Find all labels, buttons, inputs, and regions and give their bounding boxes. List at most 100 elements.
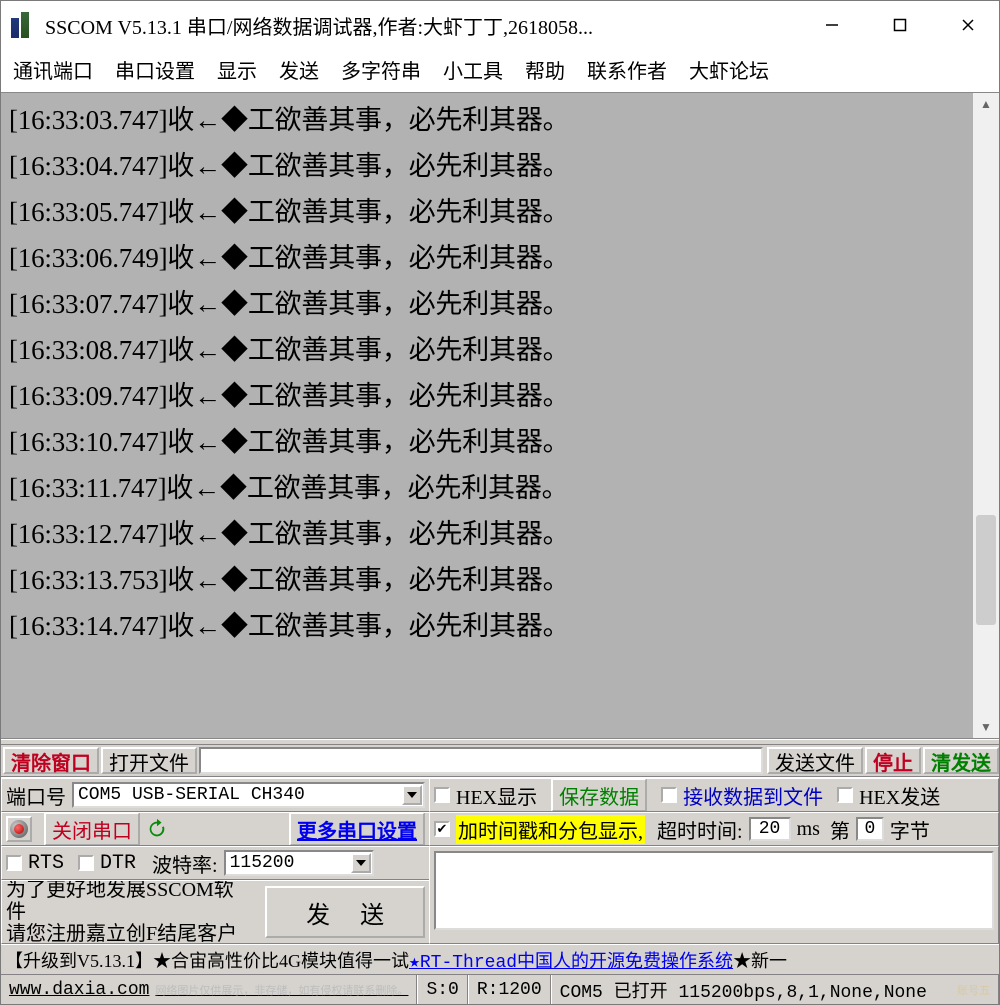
chevron-down-icon[interactable] xyxy=(402,785,422,805)
timestamp-row: ✔ 加时间戳和分包显示, 超时时间: ms 第 字节 xyxy=(429,812,999,846)
menu-send[interactable]: 发送 xyxy=(279,55,319,84)
log-line: [16:33:08.747]收←◆工欲善其事，必先利其器。 xyxy=(9,327,965,373)
status-site-text: www.daxia.com xyxy=(9,980,149,1000)
more-settings-button[interactable]: 更多串口设置 xyxy=(289,812,425,846)
port-value: COM5 USB-SERIAL CH340 xyxy=(78,785,305,805)
recv-to-file-label: 接收数据到文件 xyxy=(683,781,823,810)
timeout-input[interactable] xyxy=(749,817,791,841)
close-button[interactable] xyxy=(955,12,981,38)
record-button[interactable] xyxy=(6,816,32,842)
recv-to-file-checkbox[interactable] xyxy=(661,787,677,803)
rts-label: RTS xyxy=(28,852,64,875)
status-site[interactable]: www.daxia.com 网络图片仅供展示，非存储，如有侵权请联系删除。 xyxy=(1,975,417,1004)
menu-contact[interactable]: 联系作者 xyxy=(587,55,667,84)
dtr-label: DTR xyxy=(100,852,136,875)
send-button[interactable]: 发 送 xyxy=(265,886,425,938)
status-s: S:0 xyxy=(417,975,467,1004)
clear-window-button[interactable]: 清除窗口 xyxy=(3,747,99,774)
log-line: [16:33:06.749]收←◆工欲善其事，必先利其器。 xyxy=(9,235,965,281)
menu-serial[interactable]: 串口设置 xyxy=(115,55,195,84)
promo-link[interactable]: ★RT-Thread中国人的开源免费操作系统 xyxy=(409,947,733,973)
scroll-track[interactable] xyxy=(973,115,999,716)
scroll-up-icon[interactable]: ▲ xyxy=(973,93,999,115)
notice-line2: 请您注册嘉立创F结尾客户 xyxy=(6,923,253,944)
promo-bar: 【升级到V5.13.1】 ★合宙高性价比4G模块值得一试 ★RT-Thread中… xyxy=(1,944,999,974)
statusbar: www.daxia.com 网络图片仅供展示，非存储，如有侵权请联系删除。 S:… xyxy=(1,974,999,1004)
settings-panel: 端口号 COM5 USB-SERIAL CH340 HEX显示 保存数据 接收数… xyxy=(1,777,999,944)
log-line: [16:33:14.747]收←◆工欲善其事，必先利其器。 xyxy=(9,603,965,649)
timeout-label: 超时时间: xyxy=(657,815,743,844)
log-line: [16:33:11.747]收←◆工欲善其事，必先利其器。 xyxy=(9,465,965,511)
save-data-button[interactable]: 保存数据 xyxy=(551,778,647,812)
port-combo[interactable]: COM5 USB-SERIAL CH340 xyxy=(72,782,425,808)
log-line: [16:33:09.747]收←◆工欲善其事，必先利其器。 xyxy=(9,373,965,419)
log-line: [16:33:04.747]收←◆工欲善其事，必先利其器。 xyxy=(9,143,965,189)
promo-upgrade[interactable]: 【升级到V5.13.1】 xyxy=(5,947,153,973)
open-file-button[interactable]: 打开文件 xyxy=(101,747,197,774)
log-line: [16:33:12.747]收←◆工欲善其事，必先利其器。 xyxy=(9,511,965,557)
send-textarea[interactable] xyxy=(434,851,994,930)
watermark-1: 网络图片仅供展示，非存储，如有侵权请联系删除。 xyxy=(155,982,408,998)
watermark-2: 账号五 xyxy=(957,982,990,998)
dtr-checkbox[interactable] xyxy=(78,855,94,871)
byte-label-2: 字节 xyxy=(890,815,930,844)
hex-send-label: HEX发送 xyxy=(859,781,940,810)
app-icon xyxy=(9,12,35,38)
notice-line1: 为了更好地发展SSCOM软件 xyxy=(6,880,253,923)
baud-combo[interactable]: 115200 xyxy=(224,850,374,876)
status-r: R:1200 xyxy=(468,975,551,1004)
menu-port[interactable]: 通讯端口 xyxy=(13,55,93,84)
notice-text: 为了更好地发展SSCOM软件 请您注册嘉立创F结尾客户 xyxy=(6,880,253,944)
hex-show-label: HEX显示 xyxy=(456,781,537,810)
byte-label-1: 第 xyxy=(830,815,850,844)
minimize-button[interactable] xyxy=(819,12,845,38)
byte-input[interactable] xyxy=(856,817,884,841)
baud-value: 115200 xyxy=(230,853,295,873)
hex-show-checkbox[interactable] xyxy=(434,787,450,803)
send-file-button[interactable]: 发送文件 xyxy=(767,747,863,774)
menu-help[interactable]: 帮助 xyxy=(525,55,565,84)
menubar: 通讯端口 串口设置 显示 发送 多字符串 小工具 帮助 联系作者 大虾论坛 xyxy=(1,49,999,92)
receive-console[interactable]: [16:33:03.747]收←◆工欲善其事，必先利其器。[16:33:04.7… xyxy=(1,93,973,738)
vertical-scrollbar[interactable]: ▲ ▼ xyxy=(973,93,999,738)
open-row: 关闭串口 更多串口设置 xyxy=(1,812,429,846)
scroll-thumb[interactable] xyxy=(976,515,996,625)
scroll-down-icon[interactable]: ▼ xyxy=(973,716,999,738)
timeout-unit: ms xyxy=(797,818,820,841)
chevron-down-icon[interactable] xyxy=(351,853,371,873)
port-row: 端口号 COM5 USB-SERIAL CH340 xyxy=(1,778,429,812)
log-line: [16:33:07.747]收←◆工欲善其事，必先利其器。 xyxy=(9,281,965,327)
timestamp-checkbox[interactable]: ✔ xyxy=(434,821,450,837)
clear-send-button[interactable]: 清发送 xyxy=(923,747,999,774)
window-title: SSCOM V5.13.1 串口/网络数据调试器,作者:大虾丁丁,2618058… xyxy=(45,11,809,40)
log-line: [16:33:05.747]收←◆工欲善其事，必先利其器。 xyxy=(9,189,965,235)
timestamp-label: 加时间戳和分包显示, xyxy=(456,815,645,844)
rts-checkbox[interactable] xyxy=(6,855,22,871)
notice-row: 为了更好地发展SSCOM软件 请您注册嘉立创F结尾客户 发 送 xyxy=(1,880,429,944)
status-info-text: COM5 已打开 115200bps,8,1,None,None xyxy=(560,977,927,1003)
maximize-button[interactable] xyxy=(887,12,913,38)
promo-text-2: ★新一 xyxy=(733,947,787,973)
menu-multistr[interactable]: 多字符串 xyxy=(341,55,421,84)
port-label: 端口号 xyxy=(6,781,66,810)
hex-send-checkbox[interactable] xyxy=(837,787,853,803)
console-wrap: [16:33:03.747]收←◆工欲善其事，必先利其器。[16:33:04.7… xyxy=(1,92,999,739)
send-area xyxy=(429,846,999,944)
stop-button[interactable]: 停止 xyxy=(865,747,921,774)
log-line: [16:33:10.747]收←◆工欲善其事，必先利其器。 xyxy=(9,419,965,465)
baud-label: 波特率: xyxy=(152,849,218,878)
titlebar: SSCOM V5.13.1 串口/网络数据调试器,作者:大虾丁丁,2618058… xyxy=(1,1,999,49)
refresh-icon[interactable] xyxy=(146,818,168,840)
status-info: COM5 已打开 115200bps,8,1,None,None 账号五 xyxy=(551,975,999,1004)
window-controls xyxy=(809,12,991,38)
log-line: [16:33:13.753]收←◆工欲善其事，必先利其器。 xyxy=(9,557,965,603)
close-port-button[interactable]: 关闭串口 xyxy=(44,812,140,846)
menu-tools[interactable]: 小工具 xyxy=(443,55,503,84)
menu-forum[interactable]: 大虾论坛 xyxy=(689,55,769,84)
display-row: HEX显示 保存数据 接收数据到文件 HEX发送 xyxy=(429,778,999,812)
promo-text-1: ★合宙高性价比4G模块值得一试 xyxy=(153,947,409,973)
send-input[interactable] xyxy=(199,747,763,774)
baud-row: RTS DTR 波特率: 115200 xyxy=(1,846,429,880)
log-line: [16:33:03.747]收←◆工欲善其事，必先利其器。 xyxy=(9,97,965,143)
menu-display[interactable]: 显示 xyxy=(217,55,257,84)
